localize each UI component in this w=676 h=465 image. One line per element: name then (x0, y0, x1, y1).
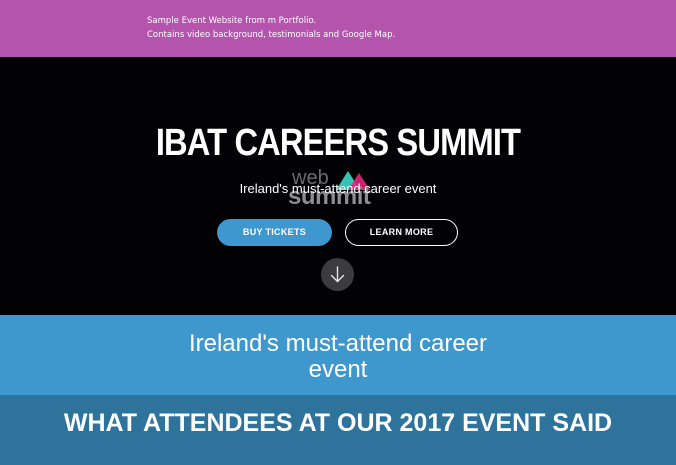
banner-line-2: Contains video background, testimonials … (147, 30, 396, 40)
scroll-down-button[interactable] (321, 258, 354, 291)
hero-section: IBAT CAREERS SUMMIT web summit Ireland's… (0, 57, 676, 315)
testimonials-heading: WHAT ATTENDEES AT OUR 2017 EVENT SAID (63, 409, 613, 437)
tagline-text: Ireland's must-attend career event (188, 330, 488, 383)
banner-line-1: Sample Event Website from m Portfolio. (147, 16, 317, 26)
testimonials-section: WHAT ATTENDEES AT OUR 2017 EVENT SAID (0, 395, 676, 465)
tagline-section: Ireland's must-attend career event (0, 315, 676, 395)
arrow-down-icon (330, 266, 345, 283)
top-banner: Sample Event Website from m Portfolio. C… (0, 0, 676, 57)
buy-tickets-button[interactable]: BUY TICKETS (217, 219, 332, 246)
hero-subtitle: Ireland's must-attend career event (239, 181, 437, 196)
learn-more-button[interactable]: LEARN MORE (345, 219, 458, 246)
hero-title: IBAT CAREERS SUMMIT (155, 122, 521, 164)
